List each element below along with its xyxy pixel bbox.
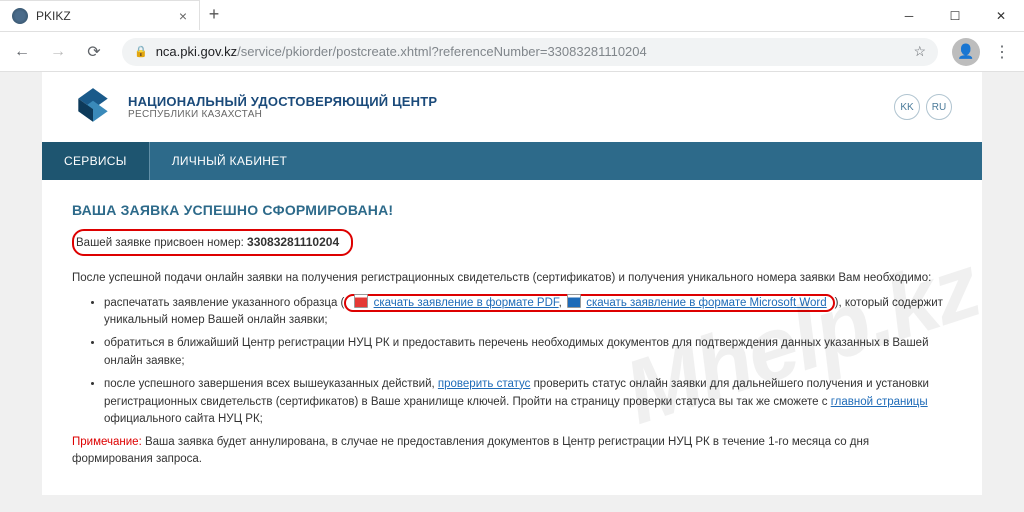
- tab-favicon-icon: [12, 8, 28, 24]
- note-text: Ваша заявка будет аннулирована, в случае…: [72, 436, 869, 465]
- ref-number: 33083281110204: [247, 235, 339, 249]
- download-links-highlight: скачать заявление в формате PDF, скачать…: [344, 294, 834, 312]
- ref-label: Вашей заявке присвоен номер:: [76, 237, 247, 249]
- browser-tab[interactable]: PKIKZ ×: [0, 0, 200, 30]
- lock-icon: 🔒: [134, 45, 148, 58]
- home-page-link[interactable]: главной страницы: [831, 396, 928, 408]
- window-controls: ─ ☐ ✕: [886, 0, 1024, 32]
- success-heading: ВАША ЗАЯВКА УСПЕШНО СФОРМИРОВАНА!: [72, 200, 952, 221]
- org-subtitle: РЕСПУБЛИКИ КАЗАХСТАН: [128, 109, 437, 120]
- reference-number-box: Вашей заявке присвоен номер: 33083281110…: [72, 229, 353, 256]
- nav-services[interactable]: СЕРВИСЫ: [42, 142, 149, 180]
- steps-list: распечатать заявление указанного образца…: [72, 294, 952, 430]
- bookmark-star-icon[interactable]: ☆: [913, 43, 926, 60]
- tab-close-icon[interactable]: ×: [179, 8, 187, 24]
- minimize-button[interactable]: ─: [886, 0, 932, 32]
- lang-ru-button[interactable]: RU: [926, 94, 952, 120]
- intro-text: После успешной подачи онлайн заявки на п…: [72, 270, 952, 287]
- profile-avatar-icon[interactable]: 👤: [952, 38, 980, 66]
- lang-kk-button[interactable]: KK: [894, 94, 920, 120]
- step-check-status: после успешного завершения всех вышеуказ…: [104, 376, 952, 429]
- close-window-button[interactable]: ✕: [978, 0, 1024, 32]
- main-nav: СЕРВИСЫ ЛИЧНЫЙ КАБИНЕТ: [42, 142, 982, 180]
- check-status-link[interactable]: проверить статус: [438, 378, 530, 390]
- maximize-button[interactable]: ☐: [932, 0, 978, 32]
- word-icon: [567, 294, 581, 308]
- forward-button[interactable]: →: [44, 38, 72, 66]
- url-field[interactable]: 🔒 nca.pki.gov.kz/service/pkiorder/postcr…: [122, 38, 938, 66]
- main-content: ВАША ЗАЯВКА УСПЕШНО СФОРМИРОВАНА! Вашей …: [42, 180, 982, 495]
- url-host: nca.pki.gov.kz: [156, 44, 237, 59]
- site-logo-icon: [72, 86, 114, 128]
- address-bar: ← → ⟳ 🔒 nca.pki.gov.kz/service/pkiorder/…: [0, 32, 1024, 72]
- download-word-link[interactable]: скачать заявление в формате Microsoft Wo…: [586, 297, 826, 309]
- url-path: /service/pkiorder/postcreate.xhtml?refer…: [237, 44, 647, 59]
- tab-title: PKIKZ: [36, 9, 71, 23]
- new-tab-button[interactable]: +: [200, 0, 228, 28]
- site-header: НАЦИОНАЛЬНЫЙ УДОСТОВЕРЯЮЩИЙ ЦЕНТР РЕСПУБ…: [42, 72, 982, 142]
- org-title: НАЦИОНАЛЬНЫЙ УДОСТОВЕРЯЮЩИЙ ЦЕНТР: [128, 94, 437, 109]
- step-print: распечатать заявление указанного образца…: [104, 294, 952, 331]
- nav-cabinet[interactable]: ЛИЧНЫЙ КАБИНЕТ: [150, 142, 309, 180]
- note-label: Примечание:: [72, 436, 142, 448]
- note-line: Примечание: Ваша заявка будет аннулирова…: [72, 434, 952, 469]
- reload-button[interactable]: ⟳: [80, 38, 108, 66]
- page-body: НАЦИОНАЛЬНЫЙ УДОСТОВЕРЯЮЩИЙ ЦЕНТР РЕСПУБ…: [0, 72, 1024, 512]
- pdf-icon: [354, 294, 368, 308]
- window-titlebar: PKIKZ × + ─ ☐ ✕: [0, 0, 1024, 32]
- download-pdf-link[interactable]: скачать заявление в формате PDF: [374, 297, 559, 309]
- browser-menu-icon[interactable]: ⋮: [988, 42, 1016, 62]
- step-visit-center: обратиться в ближайший Центр регистрации…: [104, 335, 952, 371]
- back-button[interactable]: ←: [8, 38, 36, 66]
